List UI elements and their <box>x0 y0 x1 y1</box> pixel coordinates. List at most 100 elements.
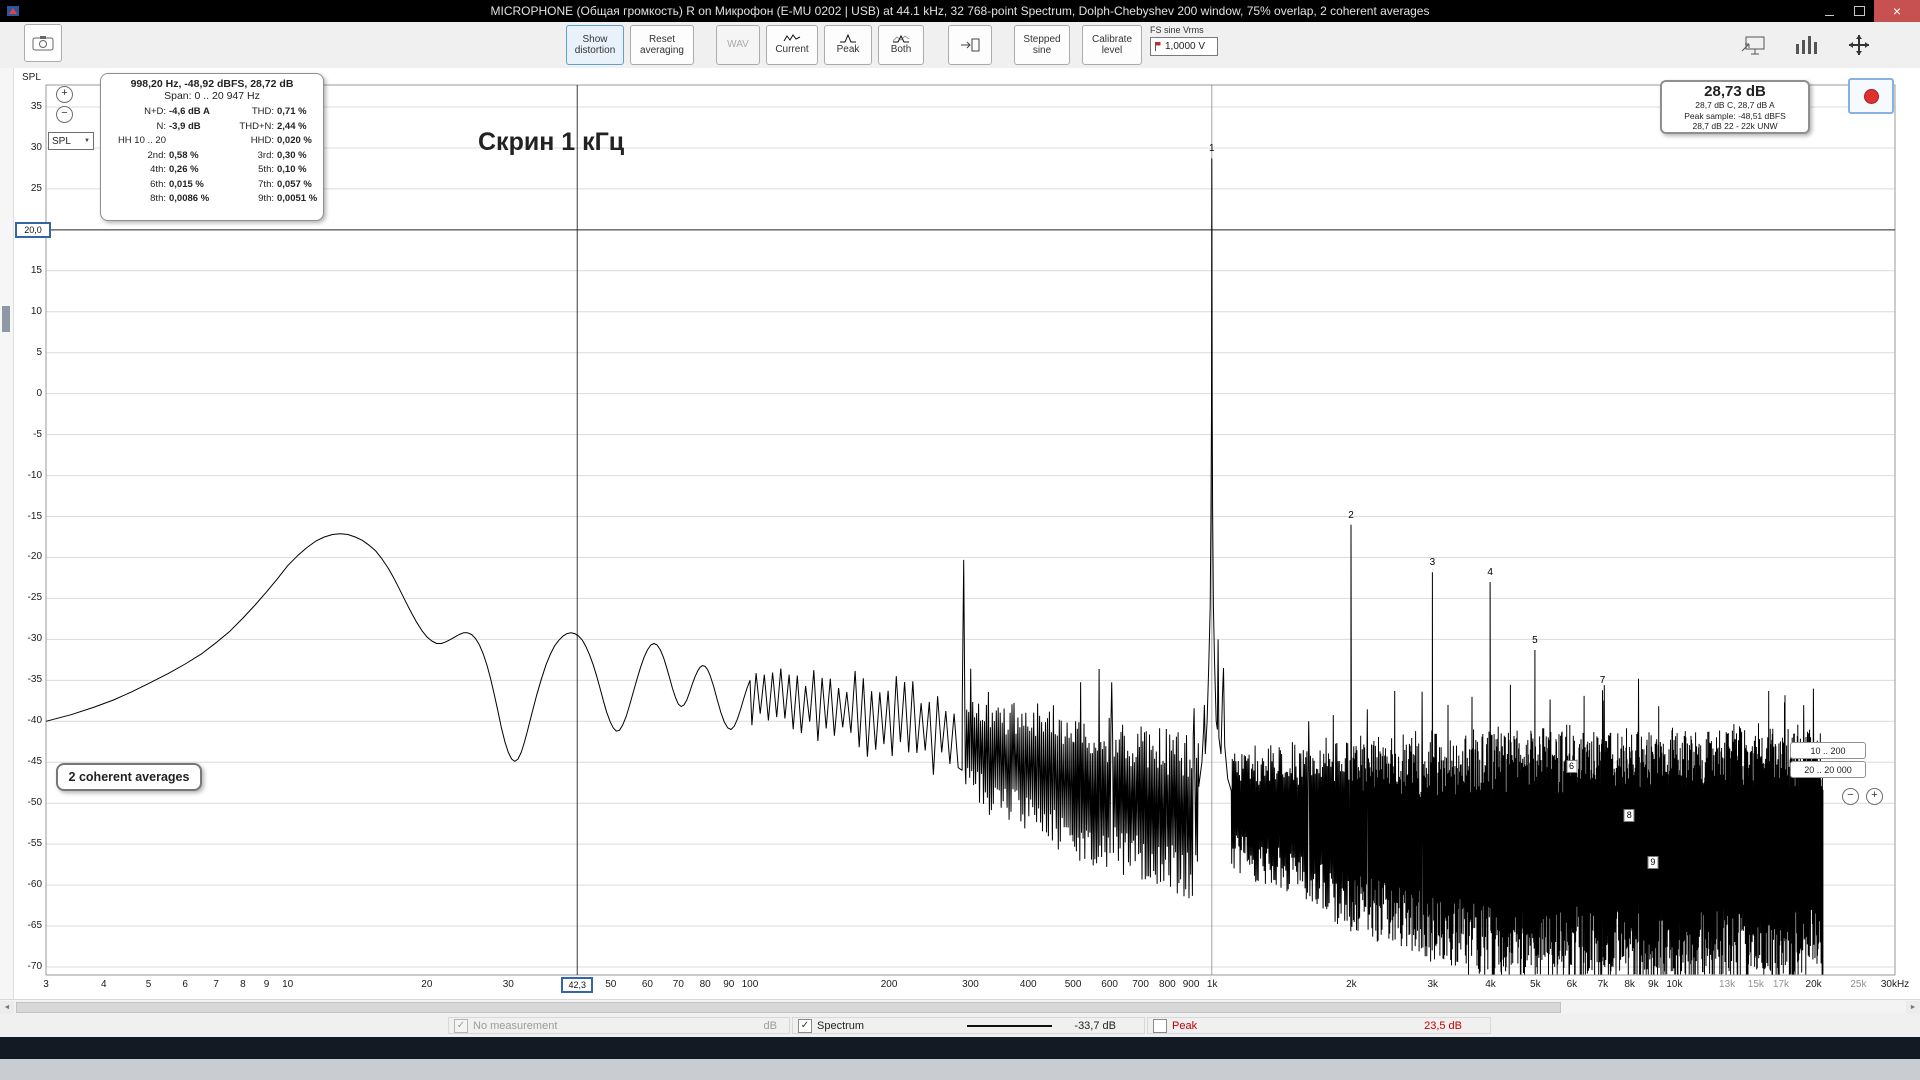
readout-value: -3,9 dB <box>169 120 201 132</box>
no-measurement-checkbox[interactable]: ✓ <box>454 1018 468 1033</box>
zoom-out-y-button[interactable]: − <box>56 106 73 123</box>
record-button[interactable] <box>1848 78 1894 114</box>
x-tick-label: 200 <box>880 979 898 990</box>
cursor-readout: 998,20 Hz, -48,92 dBFS, 28,72 dB <box>130 78 294 90</box>
peak-curve-icon <box>840 34 856 43</box>
calibrate-level-button[interactable]: Calibrate level <box>1082 25 1142 65</box>
show-distortion-button[interactable]: Show distortion <box>566 25 624 65</box>
screen-arrow-icon <box>1741 36 1765 55</box>
transfer-button[interactable] <box>948 25 992 65</box>
readout-value: -4,6 dB A <box>169 106 210 117</box>
y-tick-label: -35 <box>27 674 42 686</box>
close-icon: × <box>1892 3 1902 19</box>
range-20-20000-button[interactable]: 20 .. 20 000 <box>1790 761 1866 778</box>
range-10-200-button[interactable]: 10 .. 200 <box>1790 742 1866 759</box>
send-to-display-button[interactable] <box>1734 30 1774 60</box>
y-tick-label: 5 <box>36 346 42 358</box>
plus-icon: + <box>61 87 68 99</box>
x-tick-label: 3 <box>43 979 49 990</box>
freq-cursor-value[interactable]: 42,3 <box>561 977 594 993</box>
stepped-sine-button[interactable]: Stepped sine <box>1014 25 1070 65</box>
close-button[interactable]: × <box>1874 0 1920 22</box>
readout-value: 0,057 % <box>277 178 312 190</box>
readout-label: THD: <box>251 106 274 117</box>
bottom-edge-strip <box>0 1059 1920 1080</box>
reset-averaging-button[interactable]: Reset averaging <box>630 25 694 65</box>
harmonic-label-9: 9 <box>1647 855 1659 869</box>
readout-value: 0,71 % <box>277 106 307 117</box>
y-tick-label: -15 <box>27 510 42 522</box>
span-readout: Span: 0 .. 20 947 Hz <box>164 90 260 102</box>
spectrum-legend-line <box>967 1024 1053 1027</box>
readout-value: 2,44 % <box>277 120 307 132</box>
no-measurement-label: No measurement <box>473 1019 558 1032</box>
zoom-in-x-button[interactable]: + <box>1866 788 1883 805</box>
y-tick-label: 10 <box>30 305 42 317</box>
levels-button[interactable] <box>1788 30 1824 60</box>
scale-select[interactable]: SPL ▼ <box>48 132 94 150</box>
x-tick-label: 5k <box>1530 979 1541 990</box>
readout-value: 0,0086 % <box>169 193 210 204</box>
readout-label: 4th: <box>150 164 166 175</box>
bars-icon <box>1796 36 1817 54</box>
minimize-button[interactable] <box>1814 0 1844 22</box>
scroll-right-button[interactable]: ► <box>1906 1001 1920 1014</box>
vertical-scrollbar[interactable] <box>0 68 14 999</box>
pan-zoom-button[interactable] <box>1836 30 1882 60</box>
x-tick-label: 30 <box>502 979 514 990</box>
y-tick-label: -60 <box>27 879 42 891</box>
spectrum-checkbox[interactable]: ✓ <box>798 1018 812 1033</box>
import-arrow-icon <box>961 38 980 52</box>
move-arrows-icon <box>1849 35 1869 55</box>
readout-label: 9th: <box>258 193 274 204</box>
x-tick-label: 8k <box>1624 979 1635 990</box>
zoom-in-y-button[interactable]: + <box>56 86 73 103</box>
harmonic-label-6: 6 <box>1566 759 1578 773</box>
measurement-readout-panel: 998,20 Hz, -48,92 dBFS, 28,72 dB Span: 0… <box>100 73 324 221</box>
averages-badge: 2 coherent averages <box>56 763 202 791</box>
window-title: MICROPHONE (Общая громкость) R on Микроф… <box>490 4 1430 18</box>
both-curves-icon <box>892 35 910 43</box>
snapshot-button[interactable] <box>24 24 62 62</box>
horizontal-scrollbar-thumb[interactable] <box>16 1001 1561 1013</box>
zoom-out-x-button[interactable]: − <box>1842 788 1859 805</box>
x-tick-label: 800 <box>1159 979 1176 990</box>
harmonic-label-3: 3 <box>1429 557 1436 569</box>
level-cursor-value[interactable]: 20,0 <box>15 222 51 238</box>
readout-label: 2nd: <box>147 149 167 161</box>
x-tick-label: 20 <box>421 979 433 990</box>
maximize-button[interactable] <box>1844 0 1874 22</box>
camera-icon <box>32 36 54 51</box>
minimize-icon <box>1824 14 1834 16</box>
fs-sine-combo[interactable]: 1,0000 V <box>1150 37 1218 56</box>
y-tick-label: -20 <box>27 551 42 563</box>
readout-value <box>169 135 225 146</box>
fs-sine-label: FS sine Vrms <box>1150 25 1204 35</box>
readout-label: HHD: <box>250 135 274 146</box>
level-bandwidth-value: 28,7 dB 22 - 22k UNW <box>1692 121 1778 132</box>
x-tick-label: 13k <box>1719 979 1736 990</box>
maximize-icon <box>1853 6 1865 16</box>
x-tick-label: 600 <box>1101 979 1118 990</box>
vertical-scrollbar-thumb[interactable] <box>2 306 10 332</box>
wav-button[interactable]: WAV <box>716 25 760 65</box>
level-weighted-values: 28,7 dB C, 28,7 dB A <box>1695 100 1775 110</box>
y-tick-label: -25 <box>27 592 42 604</box>
toolbar: Show distortion Reset averaging WAV Curr… <box>0 22 1920 69</box>
both-spectra-button[interactable]: Both <box>878 25 924 65</box>
y-tick-label: -30 <box>27 633 42 645</box>
readout-value: 0,10 % <box>277 164 307 175</box>
peak-spectrum-button[interactable]: Peak <box>824 25 872 65</box>
y-tick-label: 0 <box>36 387 42 399</box>
x-tick-label: 9k <box>1648 979 1659 990</box>
readout-label: N: <box>156 120 167 132</box>
bottom-dark-strip <box>0 1037 1920 1059</box>
x-tick-label: 100 <box>741 979 759 990</box>
current-spectrum-button[interactable]: Current <box>766 25 818 65</box>
horizontal-scrollbar[interactable]: ◄ ► <box>0 999 1920 1014</box>
y-tick-label: -5 <box>33 428 42 440</box>
readout-label: THD+N: <box>239 120 274 132</box>
peak-status-group: Peak 23,5 dB <box>1147 1017 1491 1034</box>
scroll-left-button[interactable]: ◄ <box>0 1001 14 1014</box>
peak-checkbox[interactable] <box>1153 1018 1167 1033</box>
